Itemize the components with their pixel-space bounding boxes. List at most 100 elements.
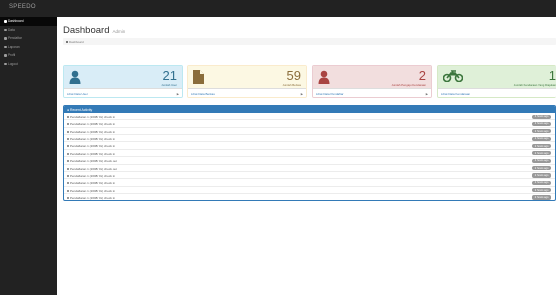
list-item[interactable]: Pendaftaran 1 (2008/ 0x) check in 2 hours… (64, 142, 555, 150)
file-icon (193, 70, 204, 84)
activity-icon (67, 145, 69, 148)
activity-text: Pendaftaran 1 (2008/ 0x) check in (70, 137, 116, 142)
time-badge: 2 hours ago (532, 151, 551, 156)
home-icon (66, 41, 68, 43)
page-title: Dashboard Admin (63, 25, 126, 36)
activity-text: Pendaftaran 1 (2008/ 0x) check in (70, 115, 116, 119)
sidebar-item-logout[interactable]: Logout (0, 60, 57, 69)
sidebar-item-laporan[interactable]: Laporan (0, 43, 57, 52)
list-item[interactable]: Pendaftaran 1 (2008/ 0x) check in 2 hours… (64, 150, 555, 158)
stat-caption: Jumlah Pengaju Kendaraan (391, 83, 426, 87)
activity-icon (67, 116, 69, 118)
sidebar-item-label: Pendaftar (8, 36, 22, 41)
list-item[interactable]: Pendaftaran 1 (2008/ 0x) check in 2 hours… (64, 113, 555, 121)
activity-text: Pendaftaran 1 (2008/ 0x) check in (70, 122, 116, 127)
page-subtitle: Admin (112, 29, 126, 34)
list-item[interactable]: Pendaftaran 1 (2008/ 0x) check in 2 hours… (64, 172, 555, 180)
dashboard-icon (4, 20, 7, 23)
users-icon (4, 37, 7, 40)
stat-value: 59 (286, 68, 301, 83)
activity-text: Pendaftaran 1 (2008/ 0x) check in (70, 151, 116, 156)
activity-icon (67, 196, 69, 199)
breadcrumb: Dashboard (63, 38, 556, 45)
list-item[interactable]: Pendaftaran 1 (2008/ 0x) check in 2 hours… (64, 194, 555, 200)
breadcrumb-item[interactable]: Dashboard (69, 40, 84, 44)
sidebar-item-label: Dashboard (8, 19, 24, 24)
sidebar-item-label: Laporan (8, 44, 20, 49)
list-item[interactable]: Pendaftaran 1 (2008/ 0x) check in 2 hours… (64, 120, 555, 128)
activity-icon (67, 152, 69, 155)
activity-icon (67, 160, 69, 163)
activity-text: Pendaftaran 1 (2008/ 0x) check in (70, 195, 116, 200)
stat-value: 1 (548, 68, 556, 83)
stat-card-files: 59 Jumlah Berkas Lihat Data Berkas ▶ (187, 65, 307, 98)
activity-text: Pendaftaran 1 (2008/ 0x) check in (70, 173, 116, 178)
time-badge: 2 hours ago (532, 114, 551, 119)
time-badge: 2 hours ago (532, 180, 551, 185)
activity-icon (67, 189, 69, 192)
activity-icon (67, 182, 69, 185)
activity-text: Pendaftaran 1 (2008/ 0x) check in (70, 129, 116, 134)
stat-caption: Jumlah Kendaraan Yang Diajukan (513, 83, 556, 87)
stat-card-users: 21 Jumlah User Lihat Data User ▶ (63, 65, 183, 98)
time-badge: 2 hours ago (532, 136, 551, 141)
main-content: Dashboard Admin Dashboard 21 Jumlah User … (57, 17, 556, 295)
report-icon (4, 45, 7, 48)
stat-value: 21 (162, 68, 177, 83)
user-icon (4, 54, 7, 57)
sidebar-item-dashboard[interactable]: Dashboard (0, 17, 57, 26)
list-item[interactable]: Pendaftaran 1 (2008/ 0x) check in 2 hours… (64, 187, 555, 194)
list-item[interactable]: Pendaftaran 1 (2008/ 0x) check out 2 hour… (64, 157, 555, 165)
time-badge: 2 hours ago (532, 166, 551, 171)
sidebar-item-pendaftar[interactable]: Pendaftar (0, 34, 57, 43)
activity-text: Pendaftaran 1 (2008/ 0x) check in (70, 181, 116, 186)
sidebar-item-data[interactable]: Data (0, 26, 57, 35)
activity-text: Pendaftaran 1 (2008/ 0x) check out (70, 166, 117, 171)
activity-icon (67, 123, 69, 126)
panel-heading: ● Recent Activity (64, 106, 555, 113)
time-badge: 2 hours ago (532, 121, 551, 127)
view-details-link[interactable]: Lihat Data Pendaftar ▶ (313, 88, 431, 97)
view-details-link[interactable]: Lihat Data Berkas ▶ (188, 88, 306, 97)
user-icon (69, 70, 81, 84)
activity-text: Pendaftaran 1 (2008/ 0x) check out (70, 159, 117, 164)
activity-text: Pendaftaran 1 (2008/ 0x) check in (70, 188, 116, 193)
stat-card-vehicles: 1 Jumlah Kendaraan Yang Diajukan Lihat D… (437, 65, 556, 98)
time-badge: 2 hours ago (532, 195, 551, 200)
sidebar-item-label: Data (8, 27, 15, 32)
logout-icon (4, 62, 7, 65)
sidebar-item-label: Logout (8, 61, 18, 66)
activity-icon (67, 138, 69, 141)
top-navbar: SPEEDO (0, 0, 556, 17)
stat-value: 2 (418, 68, 426, 83)
stat-caption: Jumlah Berkas (282, 83, 302, 87)
time-badge: 2 hours ago (532, 129, 551, 134)
stat-caption: Jumlah User (161, 83, 177, 87)
list-item[interactable]: Pendaftaran 1 (2008/ 0x) check in 2 hours… (64, 128, 555, 136)
motorcycle-icon (443, 70, 463, 82)
activity-icon (67, 130, 69, 133)
time-badge: 2 hours ago (532, 143, 551, 149)
view-details-link[interactable]: Lihat Data Kendaraan (438, 88, 556, 97)
stat-card-applicants: 2 Jumlah Pengaju Kendaraan Lihat Data Pe… (312, 65, 432, 98)
time-badge: 2 hours ago (532, 158, 551, 163)
arrow-right-icon: ▶ (300, 91, 303, 96)
recent-activity-panel: ● Recent Activity Pendaftaran 1 (2008/ 0… (63, 105, 556, 201)
activity-icon (67, 174, 69, 177)
activity-icon (67, 167, 69, 170)
user-icon (318, 70, 330, 84)
arrow-right-icon: ▶ (176, 91, 179, 96)
arrow-right-icon: ▶ (425, 91, 428, 96)
list-item[interactable]: Pendaftaran 1 (2008/ 0x) check in 2 hours… (64, 179, 555, 187)
list-item[interactable]: Pendaftaran 1 (2008/ 0x) check in 2 hours… (64, 135, 555, 143)
sidebar-item-label: Profil (8, 53, 16, 58)
time-badge: 2 hours ago (532, 188, 551, 193)
view-details-link[interactable]: Lihat Data User ▶ (64, 88, 182, 97)
sidebar-item-profil[interactable]: Profil (0, 51, 57, 60)
sidebar: Dashboard Data Pendaftar Laporan Profil … (0, 17, 57, 295)
table-icon (4, 28, 7, 31)
brand-logo[interactable]: SPEEDO (9, 4, 36, 10)
time-badge: 2 hours ago (532, 173, 551, 178)
activity-text: Pendaftaran 1 (2008/ 0x) check in (70, 144, 116, 149)
list-item[interactable]: Pendaftaran 1 (2008/ 0x) check out 2 hour… (64, 165, 555, 172)
